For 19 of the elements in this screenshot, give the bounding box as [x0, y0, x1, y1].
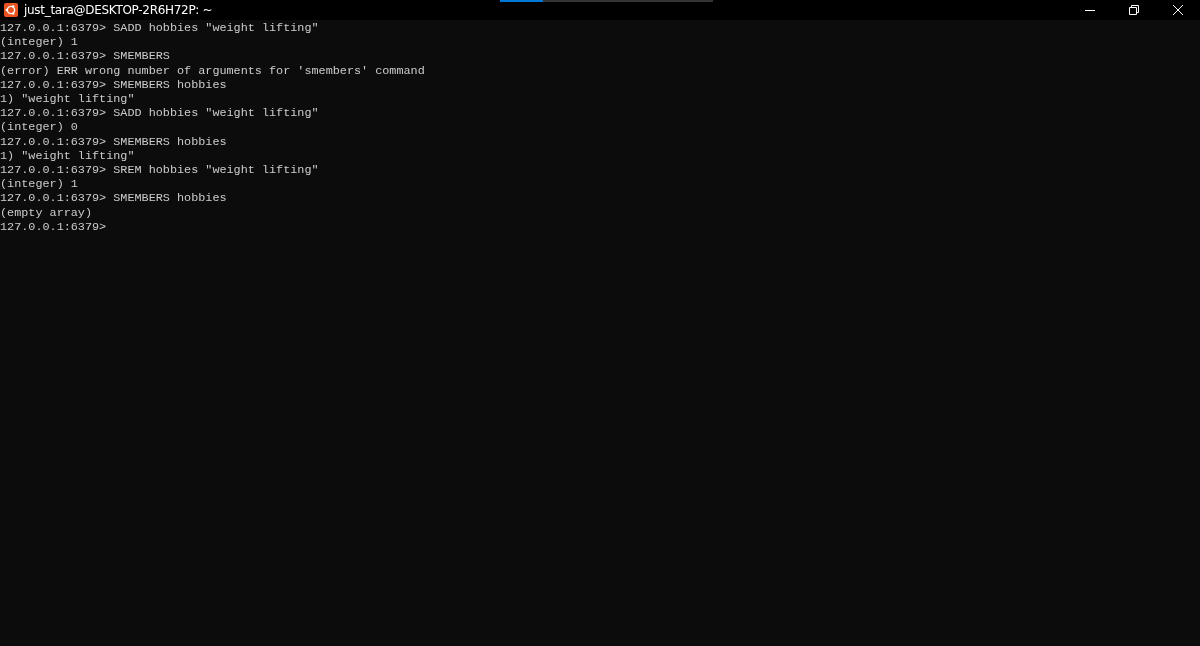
terminal-line: 127.0.0.1:6379> SMEMBERS hobbies	[0, 134, 228, 149]
terminal-line: (error) ERR wrong number of arguments for 'smembers' command	[0, 63, 426, 78]
close-icon	[1173, 5, 1183, 15]
terminal-line: (integer) 1	[0, 35, 79, 50]
terminal-line: 1) "weight lifting"	[0, 148, 136, 164]
terminal-line: (empty array)	[0, 205, 94, 220]
terminal-line: 127.0.0.1:6379> SADD hobbies "weight lifting"	[0, 106, 320, 121]
app-icon	[4, 3, 18, 17]
window-title: just_tara@DESKTOP-2R6H72P: ~	[24, 3, 213, 17]
terminal-line: 127.0.0.1:6379> SADD hobbies "weight lifting"	[0, 21, 320, 36]
restore-icon	[1129, 5, 1139, 15]
terminal-line: 127.0.0.1:6379> SMEMBERS hobbies	[0, 191, 228, 206]
terminal-line: 127.0.0.1:6379> SREM hobbies "weight lifting"	[0, 163, 320, 178]
terminal-line: 127.0.0.1:6379>	[0, 219, 108, 235]
terminal-line: 1) "weight lifting"	[0, 92, 136, 107]
terminal-line: (integer) 0	[0, 120, 79, 135]
terminal-line: 127.0.0.1:6379> SMEMBERS	[0, 49, 171, 64]
terminal-line: (integer) 1	[0, 177, 79, 192]
terminal-line: 127.0.0.1:6379> SMEMBERS hobbies	[0, 77, 228, 92]
